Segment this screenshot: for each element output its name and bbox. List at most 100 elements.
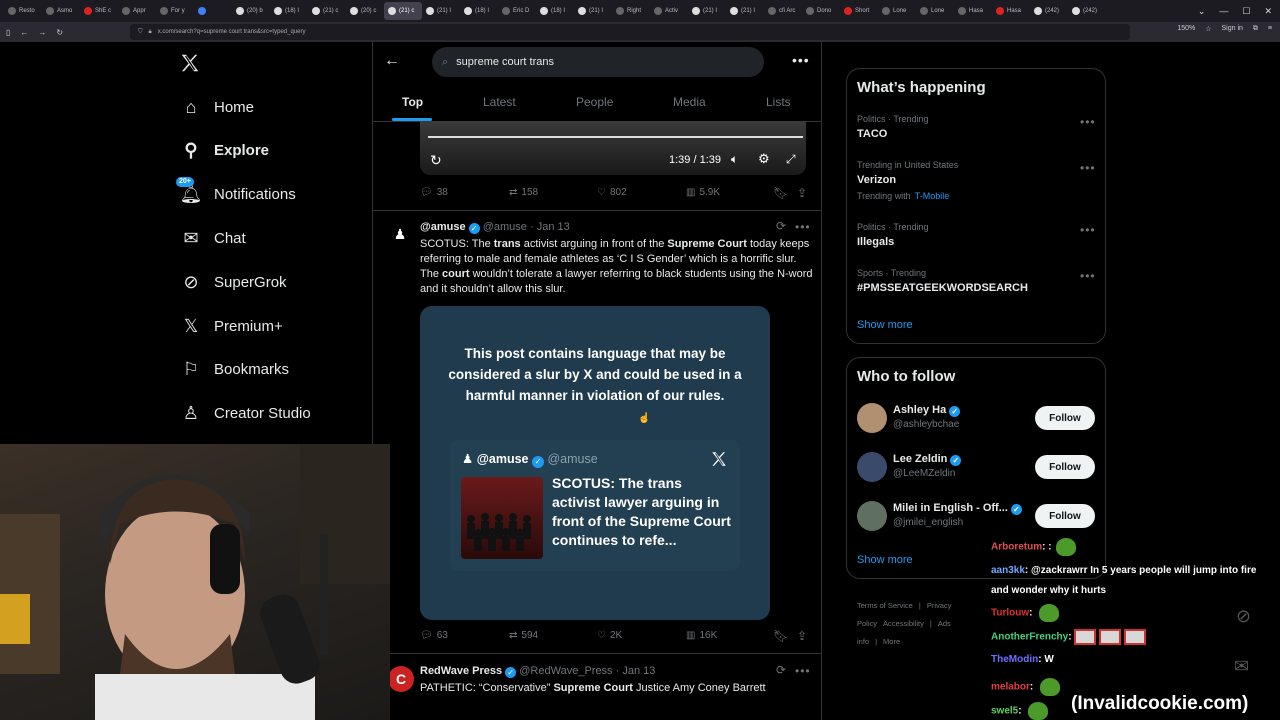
tweet-date[interactable]: Jan 13 (622, 665, 655, 677)
settings-gear-icon[interactable]: ⚙ (758, 151, 770, 167)
grok-icon[interactable]: ⟳ (776, 663, 786, 677)
tab-latest[interactable]: Latest (483, 95, 516, 109)
sidebar-item-notifications[interactable]: 🔔︎ 20+ Notifications (176, 176, 296, 206)
browser-tab[interactable]: (21) I (574, 2, 612, 20)
sidebar-item-premium-[interactable]: 𝕏 Premium+ (180, 315, 283, 337)
footer-link[interactable]: More (883, 637, 900, 646)
share-button[interactable]: ⇪ (797, 186, 807, 200)
browser-tab[interactable]: (20) c (346, 2, 384, 20)
browser-tab[interactable]: For y (156, 2, 194, 20)
sidebar-item-supergrok[interactable]: ⊘ SuperGrok (180, 271, 286, 293)
menu-icon[interactable]: ≡ (1268, 25, 1272, 33)
repost-button[interactable]: ⇄ 158 (509, 187, 538, 198)
video-progress-bar[interactable] (428, 136, 803, 138)
sidebar-toggle-icon[interactable]: ▯ (6, 28, 10, 37)
tab-top[interactable]: Top (402, 95, 423, 109)
browser-tab[interactable]: (242) (1030, 2, 1068, 20)
browser-tab[interactable]: Hasa (992, 2, 1030, 20)
tab-list-icon[interactable]: ⌄ (1198, 6, 1206, 17)
like-button[interactable]: ♡ 802 (597, 187, 627, 198)
url-bar[interactable]: ⛉ 🔒︎ x.com/search?q=supreme court trans&… (130, 24, 1130, 40)
author-handle[interactable]: @RedWave_Press (519, 665, 612, 677)
trend-name[interactable]: Illegals (857, 236, 894, 248)
browser-tab[interactable]: Asmo (42, 2, 80, 20)
repost-button[interactable]: ⇄ 594 (509, 630, 538, 641)
browser-tab[interactable]: Lone (878, 2, 916, 20)
author-handle[interactable]: @amuse (483, 221, 527, 233)
minimize-icon[interactable]: — (1219, 6, 1228, 16)
more-options-icon[interactable]: ••• (1080, 115, 1096, 129)
tweet-date[interactable]: Jan 13 (537, 221, 570, 233)
browser-tab[interactable]: (21) I (422, 2, 460, 20)
grok-icon[interactable]: ⟳ (776, 219, 786, 233)
browser-tab[interactable]: (21) I (726, 2, 764, 20)
sidebar-item-chat[interactable]: ✉ Chat (180, 227, 245, 249)
sidebar-item-bookmarks[interactable]: ⚐ Bookmarks (180, 359, 289, 381)
volume-icon[interactable]: 🔈︎ (731, 152, 738, 167)
user-name[interactable]: Milei in English - Off... ✓ (893, 502, 1022, 515)
follow-button[interactable]: Follow (1035, 504, 1095, 528)
browser-tab[interactable]: Resto (4, 2, 42, 20)
sidebar-item-creator-studio[interactable]: ♙ Creator Studio (180, 403, 311, 425)
trend-name[interactable]: TACO (857, 128, 887, 140)
avatar[interactable]: C (388, 666, 414, 692)
browser-tab[interactable] (194, 2, 232, 20)
more-options-icon[interactable]: ••• (1080, 269, 1096, 283)
zoom-level[interactable]: 150% (1177, 25, 1195, 33)
browser-tab[interactable]: (20) b (232, 2, 270, 20)
more-options-icon[interactable]: ••• (795, 664, 811, 678)
browser-tab[interactable]: (18) I (460, 2, 498, 20)
x-logo-icon[interactable] (179, 52, 203, 76)
close-window-icon[interactable]: ✕ (1264, 6, 1272, 17)
reply-button[interactable]: 💬︎ 38 (420, 187, 448, 198)
browser-tab[interactable]: Hasa (954, 2, 992, 20)
tab-people[interactable]: People (576, 95, 613, 109)
avatar[interactable] (857, 501, 887, 531)
user-name[interactable]: Ashley Ha ✓ (893, 404, 961, 417)
bookmark-button[interactable]: 🔖︎ (773, 186, 788, 200)
forward-icon[interactable]: → (38, 28, 46, 37)
follow-button[interactable]: Follow (1035, 455, 1095, 479)
trend-name[interactable]: Verizon (857, 174, 896, 186)
back-arrow-icon[interactable]: ← (384, 52, 400, 70)
browser-tab[interactable]: cfi Arc (764, 2, 802, 20)
show-more-trends-link[interactable]: Show more (857, 319, 913, 331)
browser-tab[interactable]: Eric D (498, 2, 536, 20)
fullscreen-icon[interactable]: ⤢ (786, 152, 796, 167)
reply-button[interactable]: 💬︎ 63 (420, 630, 448, 641)
user-name[interactable]: Lee Zeldin ✓ (893, 453, 962, 466)
browser-tab[interactable]: Dono (802, 2, 840, 20)
browser-tab[interactable]: (21) I (688, 2, 726, 20)
browser-tab[interactable]: ShE c (80, 2, 118, 20)
author-name[interactable]: RedWave Press (420, 665, 502, 677)
views-button[interactable]: ▥ 5.9K (686, 187, 720, 198)
browser-tab[interactable]: (18) I (270, 2, 308, 20)
more-options-icon[interactable]: ••• (1080, 223, 1096, 237)
browser-tab[interactable]: (21) c (384, 2, 422, 20)
signin-link[interactable]: Sign in (1222, 25, 1243, 33)
follow-button[interactable]: Follow (1035, 406, 1095, 430)
bookmark-star-icon[interactable]: ☆ (1205, 25, 1211, 33)
sidebar-item-home[interactable]: ⌂ Home (180, 96, 254, 118)
browser-tab[interactable]: Activ (650, 2, 688, 20)
browser-tab[interactable]: Appr (118, 2, 156, 20)
avatar[interactable]: ♟ (388, 222, 412, 246)
author-name[interactable]: @amuse (420, 221, 466, 233)
browser-tab[interactable]: Lone (916, 2, 954, 20)
extensions-icon[interactable]: ⧉ (1253, 25, 1258, 33)
tab-media[interactable]: Media (673, 95, 706, 109)
more-options-icon[interactable]: ••• (792, 52, 810, 68)
trend-name[interactable]: #PMSSEATGEEKWORDSEARCH (857, 282, 1028, 294)
avatar[interactable] (857, 452, 887, 482)
browser-tab[interactable]: Right (612, 2, 650, 20)
avatar[interactable] (857, 403, 887, 433)
maximize-icon[interactable]: ☐ (1242, 6, 1250, 17)
browser-tab[interactable]: Short (840, 2, 878, 20)
trend-link[interactable]: T-Mobile (915, 191, 950, 201)
footer-link[interactable]: Accessibility (883, 619, 924, 628)
sidebar-item-explore[interactable]: ⚲ Explore (180, 140, 269, 162)
video-player[interactable] (420, 121, 806, 175)
share-button[interactable]: ⇪ (797, 629, 807, 643)
show-more-follow-link[interactable]: Show more (857, 554, 913, 566)
more-options-icon[interactable]: ••• (795, 220, 811, 234)
